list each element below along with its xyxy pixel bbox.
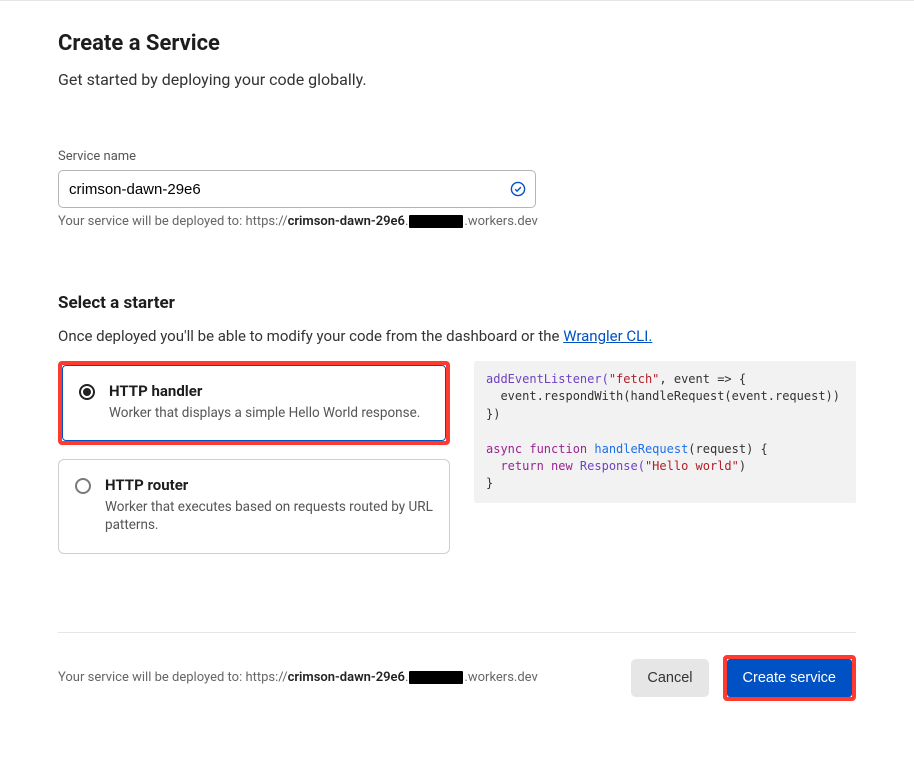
service-name-input[interactable] <box>58 170 536 208</box>
code-preview: addEventListener("fetch", event => { eve… <box>474 361 856 503</box>
code-token: handleRequest <box>594 442 688 456</box>
starter-card-body: HTTP handler Worker that displays a simp… <box>109 382 420 422</box>
footer-divider <box>58 632 856 633</box>
code-token: Response( <box>580 459 645 473</box>
deploy-hint-dot: . <box>405 670 408 685</box>
code-token: addEventListener( <box>486 372 609 386</box>
deploy-hint-host: crimson-dawn-29e6 <box>288 214 405 229</box>
deploy-hint-suffix: .workers.dev <box>464 214 537 229</box>
highlight-create-service: Create service <box>723 655 856 701</box>
starter-area: HTTP handler Worker that displays a simp… <box>58 361 856 554</box>
page-title: Create a Service <box>58 31 856 56</box>
starter-card-http-router[interactable]: HTTP router Worker that executes based o… <box>58 459 450 553</box>
code-token: return <box>486 459 544 473</box>
deploy-hint-dot: . <box>405 214 408 229</box>
starter-card-body: HTTP router Worker that executes based o… <box>105 476 433 534</box>
footer: Your service will be deployed to: https:… <box>58 655 856 729</box>
starter-title: HTTP handler <box>109 382 420 400</box>
starter-description: Once deployed you'll be able to modify y… <box>58 327 856 345</box>
deploy-hint-host: crimson-dawn-29e6 <box>288 670 405 685</box>
code-token: }) <box>486 407 500 421</box>
deploy-hint-prefix: Your service will be deployed to: https:… <box>58 670 288 685</box>
code-token: , event => { <box>659 372 746 386</box>
starter-card-http-handler[interactable]: HTTP handler Worker that displays a simp… <box>62 365 446 441</box>
starter-subtitle: Worker that displays a simple Hello Worl… <box>109 404 420 422</box>
check-icon <box>510 181 526 197</box>
code-token: (request) { <box>688 442 767 456</box>
deploy-hint-suffix: .workers.dev <box>464 670 537 685</box>
page-subtitle: Get started by deploying your code globa… <box>58 70 856 89</box>
service-name-field-wrapper <box>58 170 536 208</box>
code-token: function <box>522 442 594 456</box>
deploy-hint-bottom: Your service will be deployed to: https:… <box>58 670 538 685</box>
starter-heading: Select a starter <box>58 293 856 313</box>
radio-http-handler[interactable] <box>79 384 95 400</box>
redacted-subdomain <box>409 215 463 228</box>
code-token: ) <box>739 459 746 473</box>
radio-http-router[interactable] <box>75 478 91 494</box>
starter-subtitle: Worker that executes based on requests r… <box>105 498 433 534</box>
code-token: } <box>486 476 493 490</box>
code-token: new <box>544 459 580 473</box>
deploy-hint-top: Your service will be deployed to: https:… <box>58 214 856 229</box>
create-service-button[interactable]: Create service <box>727 659 852 697</box>
redacted-subdomain <box>409 671 463 684</box>
starter-title: HTTP router <box>105 476 433 494</box>
code-token: async <box>486 442 522 456</box>
code-token: "fetch" <box>609 372 660 386</box>
deploy-hint-prefix: Your service will be deployed to: https:… <box>58 214 288 229</box>
service-name-label: Service name <box>58 149 856 164</box>
cancel-button[interactable]: Cancel <box>631 659 708 697</box>
footer-actions: Cancel Create service <box>631 655 856 701</box>
code-token: "Hello world" <box>645 459 739 473</box>
starter-cards: HTTP handler Worker that displays a simp… <box>58 361 450 554</box>
starter-desc-text: Once deployed you'll be able to modify y… <box>58 327 563 345</box>
wrangler-cli-link[interactable]: Wrangler CLI. <box>563 327 652 345</box>
highlight-starter-http-handler: HTTP handler Worker that displays a simp… <box>58 361 450 445</box>
code-token: event.respondWith(handleRequest(event.re… <box>486 389 840 403</box>
page-content: Create a Service Get started by deployin… <box>0 1 914 729</box>
